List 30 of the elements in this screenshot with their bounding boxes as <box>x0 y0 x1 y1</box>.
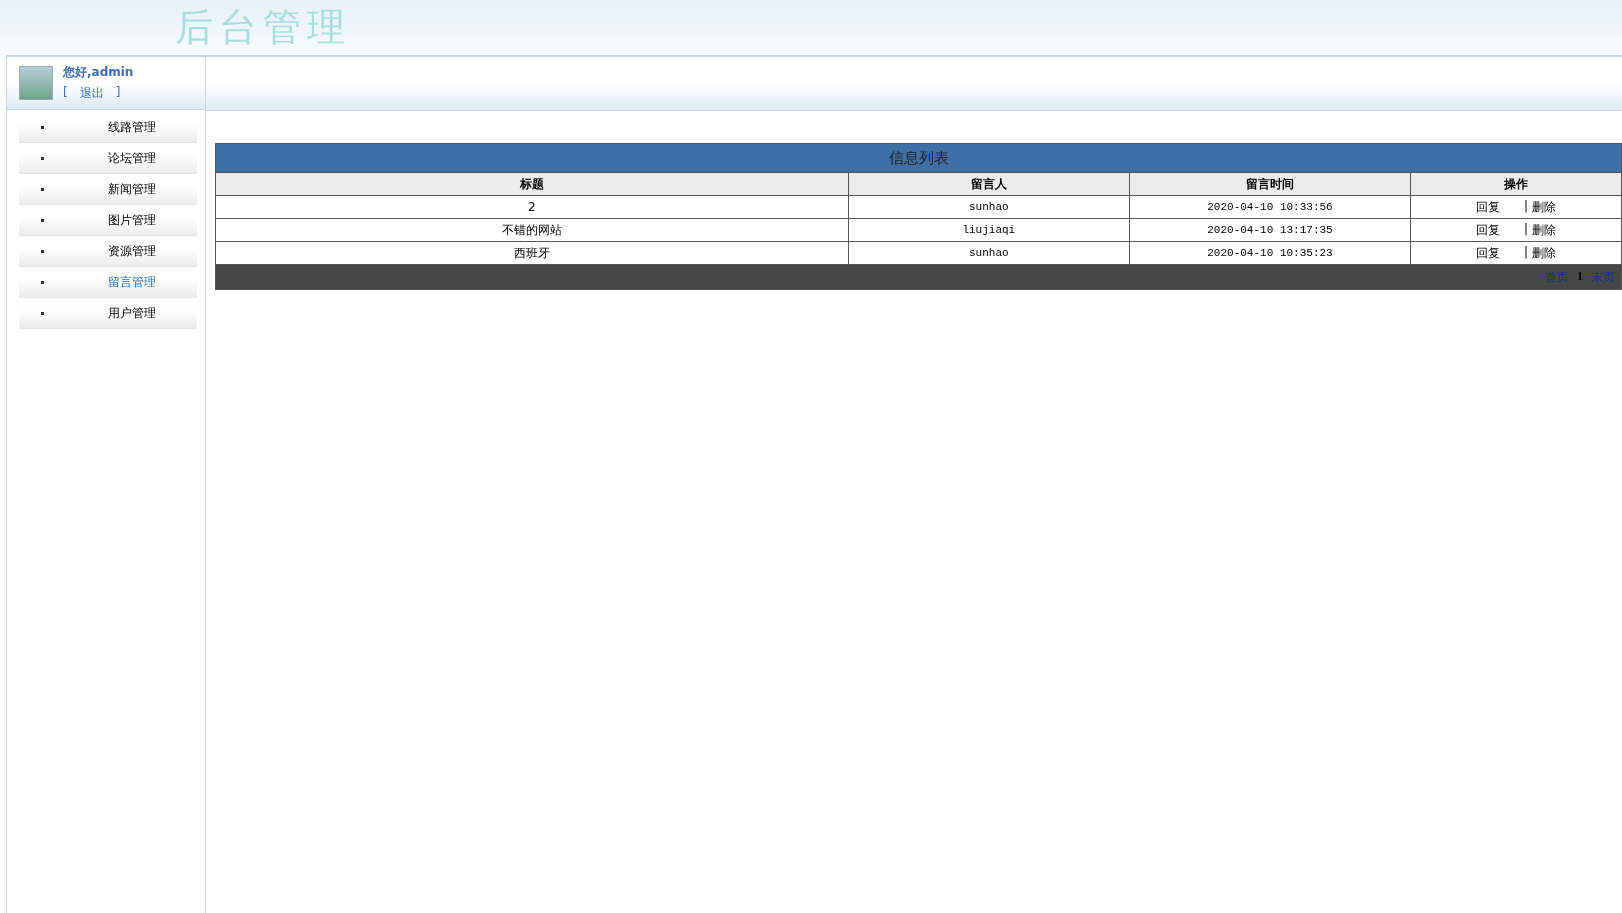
table-cell: 2020-04-10 10:35:23 <box>1129 241 1411 265</box>
column-header: 操作 <box>1410 172 1622 196</box>
table-cell: 西班牙 <box>215 241 849 265</box>
bracket-text: [ <box>63 85 68 101</box>
separator-text: | <box>1524 244 1529 261</box>
table-cell: sunhao <box>848 241 1130 265</box>
separator-text: | <box>1524 221 1529 238</box>
table-cell: liujiaqi <box>848 218 1130 242</box>
column-header: 标题 <box>215 172 849 196</box>
delete-link[interactable]: 删除 <box>1532 198 1557 216</box>
avatar-icon <box>19 66 53 100</box>
logout-link[interactable]: 退出 <box>79 85 104 102</box>
delete-link[interactable]: 删除 <box>1532 221 1557 239</box>
column-header: 留言时间 <box>1129 172 1411 196</box>
current-page: 1 <box>1577 268 1583 285</box>
column-header: 留言人 <box>848 172 1130 196</box>
table-cell: 不错的网站 <box>215 218 849 242</box>
reply-link[interactable]: 回复 <box>1476 244 1500 262</box>
reply-link[interactable]: 回复 <box>1476 221 1500 239</box>
greeting-text: 您好,admin <box>63 64 134 81</box>
table-title: 信息列表 <box>215 143 1622 173</box>
table-cell: 2020-04-10 13:17:35 <box>1129 218 1411 242</box>
table-cell: 2020-04-10 10:33:56 <box>1129 195 1411 219</box>
reply-link[interactable]: 回复 <box>1476 198 1500 216</box>
bracket-text: ] <box>115 85 121 101</box>
separator-text: | <box>1524 198 1529 215</box>
table-cell: sunhao <box>848 195 1130 219</box>
logo-title: 后台管理 <box>175 4 351 51</box>
delete-link[interactable]: 删除 <box>1532 244 1557 262</box>
table-cell: 2 <box>215 195 849 219</box>
